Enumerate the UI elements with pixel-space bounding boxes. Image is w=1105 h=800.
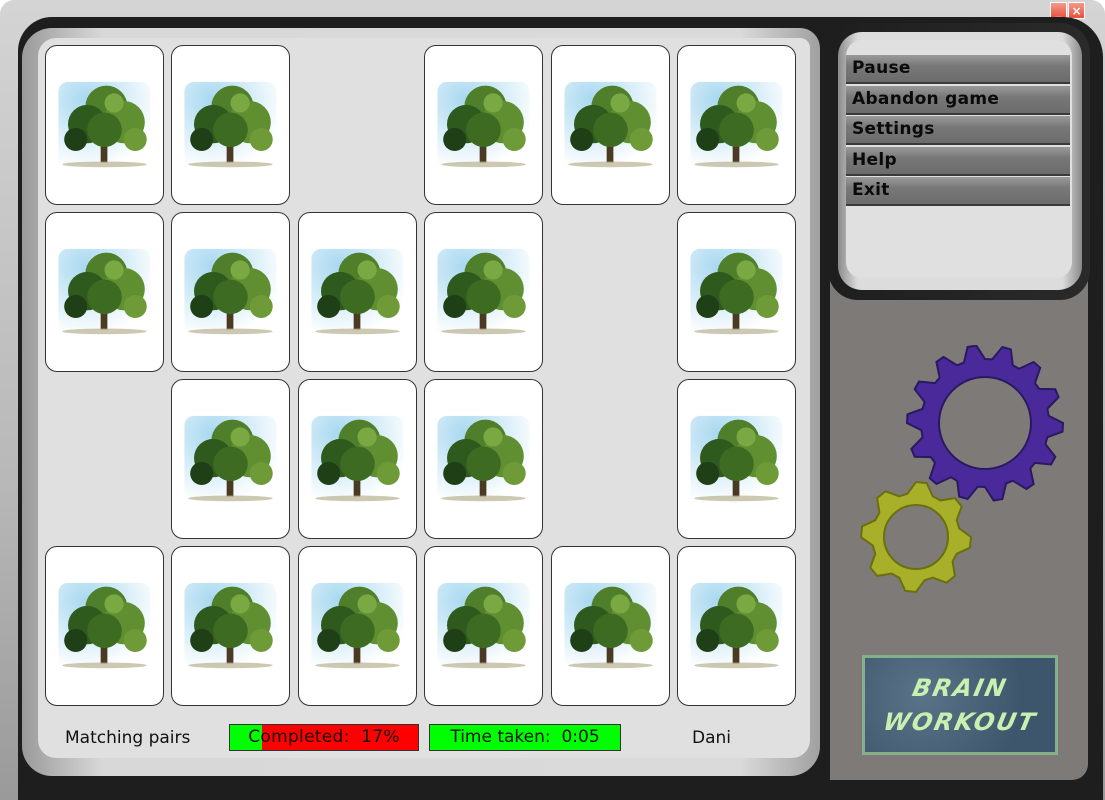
brain-workout-logo: BRAIN WORKOUT: [862, 655, 1058, 755]
time-value: 0:05: [561, 727, 600, 747]
menu-item-abandon-game[interactable]: Abandon game: [846, 86, 1070, 115]
tree-icon: [437, 415, 530, 505]
logo-line-2: WORKOUT: [880, 708, 1040, 736]
card-r0-c0[interactable]: [45, 45, 164, 205]
completion-progress: Completed: 17%: [229, 724, 419, 751]
tree-icon: [311, 582, 404, 672]
card-r3-c0[interactable]: [45, 546, 164, 706]
menu-item-settings[interactable]: Settings: [846, 116, 1070, 145]
card-r3-c3[interactable]: [424, 546, 543, 706]
tree-icon: [58, 582, 151, 672]
card-r1-c3[interactable]: [424, 212, 543, 372]
completion-value: 17%: [361, 727, 400, 747]
card-r0-c1[interactable]: [171, 45, 290, 205]
tree-icon: [564, 81, 657, 171]
card-r1-c0[interactable]: [45, 212, 164, 372]
tree-icon: [437, 248, 530, 338]
tree-icon: [437, 81, 530, 171]
time-taken: Time taken: 0:05: [429, 724, 621, 751]
tree-icon: [58, 248, 151, 338]
card-r3-c5[interactable]: [677, 546, 796, 706]
time-label: Time taken:: [450, 727, 551, 747]
small-gear-icon: [859, 480, 973, 594]
tree-icon: [184, 415, 277, 505]
small-gear-shape: [859, 480, 973, 594]
tree-icon: [58, 81, 151, 171]
menu-item-help[interactable]: Help: [846, 147, 1070, 176]
card-r2-c5[interactable]: [677, 379, 796, 539]
card-r2-c1[interactable]: [171, 379, 290, 539]
tree-icon: [184, 582, 277, 672]
card-r1-c5[interactable]: [677, 212, 796, 372]
logo-line-1: BRAIN: [909, 674, 1011, 702]
tree-icon: [311, 415, 404, 505]
tree-icon: [311, 248, 404, 338]
card-r0-c3[interactable]: [424, 45, 543, 205]
tree-icon: [690, 248, 783, 338]
tree-icon: [437, 582, 530, 672]
card-r0-c5[interactable]: [677, 45, 796, 205]
menu-item-pause[interactable]: Pause: [846, 55, 1070, 84]
card-r2-c3[interactable]: [424, 379, 543, 539]
tree-icon: [184, 81, 277, 171]
large-gear-icon: [905, 345, 1065, 502]
large-gear-shape: [905, 345, 1065, 502]
tree-icon: [690, 415, 783, 505]
card-r0-c4[interactable]: [551, 45, 670, 205]
card-r2-c2[interactable]: [298, 379, 417, 539]
gears-icon: [859, 345, 1065, 594]
tree-icon: [690, 582, 783, 672]
card-r1-c1[interactable]: [171, 212, 290, 372]
tree-icon: [184, 248, 277, 338]
completion-text: Completed: 17%: [230, 725, 418, 750]
tree-icon: [690, 81, 783, 171]
card-r3-c4[interactable]: [551, 546, 670, 706]
completion-label: Completed:: [248, 727, 350, 747]
menu-item-exit[interactable]: Exit: [846, 177, 1070, 206]
card-r1-c2[interactable]: [298, 212, 417, 372]
tree-icon: [564, 582, 657, 672]
close-button[interactable]: ×: [1068, 2, 1085, 19]
card-r3-c2[interactable]: [298, 546, 417, 706]
player-name: Dani: [692, 728, 732, 748]
game-mode-label: Matching pairs: [65, 728, 191, 748]
card-r3-c1[interactable]: [171, 546, 290, 706]
